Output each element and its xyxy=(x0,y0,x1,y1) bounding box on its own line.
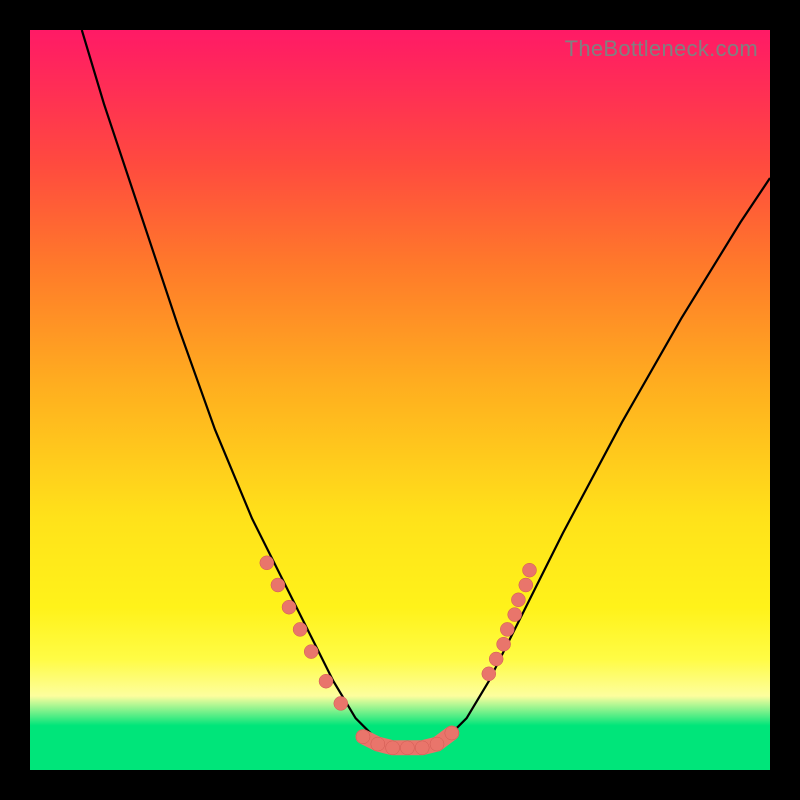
data-point xyxy=(500,622,514,636)
plot-area: TheBottleneck.com xyxy=(30,30,770,770)
data-point xyxy=(282,600,296,614)
data-point xyxy=(356,730,370,744)
data-point xyxy=(511,593,525,607)
data-point xyxy=(489,652,503,666)
chart-frame: TheBottleneck.com xyxy=(0,0,800,800)
data-point xyxy=(415,741,429,755)
data-point xyxy=(508,608,522,622)
curve-layer xyxy=(30,30,770,770)
data-point xyxy=(482,667,496,681)
bottom-marker-band xyxy=(363,733,452,748)
data-point xyxy=(371,737,385,751)
data-point xyxy=(523,563,537,577)
data-point xyxy=(293,622,307,636)
watermark-text: TheBottleneck.com xyxy=(565,36,758,62)
data-point xyxy=(400,741,414,755)
data-point xyxy=(334,696,348,710)
data-point xyxy=(271,578,285,592)
data-point xyxy=(319,674,333,688)
data-point xyxy=(260,556,274,570)
data-point xyxy=(430,737,444,751)
bottleneck-curve xyxy=(82,30,770,748)
data-point xyxy=(519,578,533,592)
data-markers xyxy=(260,556,537,755)
data-point xyxy=(304,645,318,659)
data-point xyxy=(445,726,459,740)
data-point xyxy=(497,637,511,651)
data-point xyxy=(386,741,400,755)
